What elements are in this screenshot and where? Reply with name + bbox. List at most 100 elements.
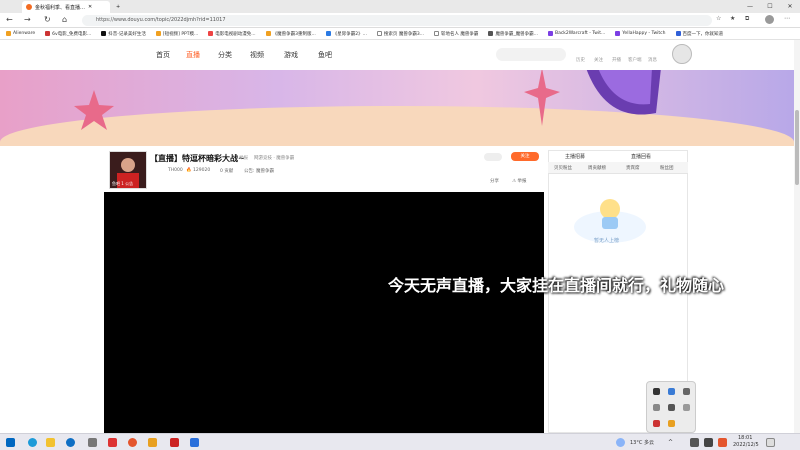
header-history[interactable]: 历史 [576,57,585,63]
bookmark-item[interactable]: 搜索页 魔兽争霸3... [376,31,424,37]
share-button[interactable]: 分享 [490,178,499,184]
nav-category[interactable]: 分类 [218,50,232,60]
streamer-avatar[interactable]: 鱼吧 1 公告 [109,151,147,189]
bookmark-item[interactable]: 《星际争霸2》... [325,31,367,37]
notification-icon[interactable] [766,438,775,447]
taskbar-app-icon[interactable] [88,438,97,447]
event-banner [0,68,794,146]
nav-games[interactable]: 游戏 [284,50,298,60]
header-client[interactable]: 客户端 [628,57,642,63]
more-icon[interactable]: ⋯ [784,15,790,22]
report-button[interactable]: ⚠ 举报 [512,178,526,184]
back-icon[interactable]: ← [6,15,13,24]
bookmark-icon [208,31,214,36]
bluetooth-icon[interactable] [668,388,675,395]
volume-icon[interactable] [704,438,713,447]
maximize-icon[interactable]: ☐ [760,0,780,13]
home-icon[interactable]: ⌂ [62,15,67,24]
recruit-tab[interactable]: 主播招募 [565,153,585,160]
page-scrollbar[interactable] [794,40,800,433]
room-tags[interactable]: 网游竞技 · 魔兽争霸 [254,155,294,161]
video-player[interactable] [104,192,544,433]
tab-fan-club[interactable]: 粉丝团 [660,165,674,171]
douyu-favicon-icon [26,4,32,10]
cloud-icon[interactable] [683,404,690,411]
bookmark-item[interactable]: 6v电影_免费电影... [45,31,91,37]
nav-home[interactable]: 首页 [156,50,170,60]
browser-tab-bar: 金秋福利季、看直播… ✕ + [0,0,800,13]
empty-ranking-text: 暂无人上榜 [594,238,620,244]
character-decoration-icon [586,68,661,115]
tab-vip[interactable]: 贵宾席 [626,165,640,171]
network-icon[interactable] [690,438,699,447]
bookmark-item[interactable]: [短视频] PPT模... [155,31,198,37]
bookmark-item[interactable]: 魔兽争霸_魔兽争霸... [488,31,538,37]
report-link[interactable]: 举报 [239,155,248,161]
weather-icon[interactable] [616,438,625,447]
tray-chevron-icon[interactable]: ^ [668,439,673,446]
bookmark-icon [675,31,681,36]
clock-time[interactable]: 18:01 [738,435,752,441]
follow-button[interactable]: 关注 [511,152,539,161]
tab-douyu[interactable]: 金秋福利季、看直播… ✕ [22,1,110,13]
douyu-app-icon[interactable] [128,438,137,447]
collections-icon[interactable]: ⧉ [745,15,749,23]
close-tab-icon[interactable]: ✕ [88,4,92,10]
nav-video[interactable]: 视频 [250,50,264,60]
close-window-icon[interactable]: ✕ [780,0,800,13]
bookmark-item[interactable]: 斩地名人 魔兽争霸 [434,31,478,37]
new-tab-button[interactable]: + [112,1,124,13]
bookmark-item[interactable]: 抖音-记录美好生活 [101,31,146,37]
bookmark-item[interactable]: Alienware [6,31,35,36]
bookmark-item[interactable]: Back2Warcraft - Twit... [547,31,605,36]
bookmark-icon [155,31,161,36]
bookmark-item[interactable]: 电影电视剧动漫免... [208,31,256,37]
taskbar-app-icon[interactable] [190,438,199,447]
bookmark-item[interactable]: YellaHappy - Twitch [615,31,666,36]
tab-fans[interactable]: 贝贝粉丝 [554,165,572,171]
bookmark-item[interactable]: 百度一下，你就知道 [675,31,723,37]
user-avatar[interactable] [672,44,692,64]
taskbar-app-icon[interactable] [108,438,117,447]
edge-icon[interactable] [28,438,37,447]
profile-icon[interactable] [765,15,774,24]
bookmark-icon [45,31,51,36]
bookmark-item[interactable]: 《魔兽争霸3重制版... [265,31,316,37]
tray-app-icon[interactable] [668,420,675,427]
avatar-caption: 鱼吧 1 公告 [112,181,134,186]
ime-icon[interactable] [718,438,727,447]
fans-count: 0 贡献 [220,169,234,174]
taskbar-app-icon[interactable] [148,438,157,447]
tray-app-icon[interactable] [653,420,660,427]
weather-text[interactable]: 13°C 多云 [630,439,654,446]
header-messages[interactable]: 消息 [648,57,657,63]
taskbar-app-icon[interactable] [170,438,179,447]
reload-icon[interactable]: ↻ [44,15,51,24]
bookmarks-bar: Alienware 6v电影_免费电影... 抖音-记录美好生活 [短视频] P… [0,28,800,40]
replay-tab[interactable]: 直播回看 [631,153,651,160]
bookmark-icon [325,31,331,36]
tray-app-icon[interactable] [668,404,675,411]
site-search-input[interactable] [496,48,566,61]
tab-weekly[interactable]: 周贡献榜 [588,165,606,171]
header-broadcast[interactable]: 开播 [612,57,621,63]
site-navigation: 首页 直播 分类 视频 游戏 鱼吧 历史 关注 开播 客户端 消息 [0,40,794,70]
tray-app-icon[interactable] [653,404,660,411]
file-explorer-icon[interactable] [46,438,55,447]
forward-icon[interactable]: → [24,15,31,24]
owner-name[interactable]: TH000 [168,168,183,173]
browser-icon[interactable] [66,438,75,447]
nav-live[interactable]: 直播 [186,50,200,60]
minimize-icon[interactable]: — [740,0,760,13]
scrollbar-thumb[interactable] [795,110,799,185]
nav-fishbar[interactable]: 鱼吧 [318,50,332,60]
url-field[interactable]: https://www.douyu.com/topic/2022djmh?rid… [82,15,712,26]
loading-spinner-icon [484,153,502,161]
clock-date[interactable]: 2022/12/5 [733,442,759,448]
tray-app-icon[interactable] [683,388,690,395]
favorite-star-icon[interactable]: ☆ [716,15,721,22]
favorites-icon[interactable]: ★ [730,15,735,22]
tray-app-icon[interactable] [653,388,660,395]
header-follow[interactable]: 关注 [594,57,603,63]
start-icon[interactable] [6,438,15,447]
